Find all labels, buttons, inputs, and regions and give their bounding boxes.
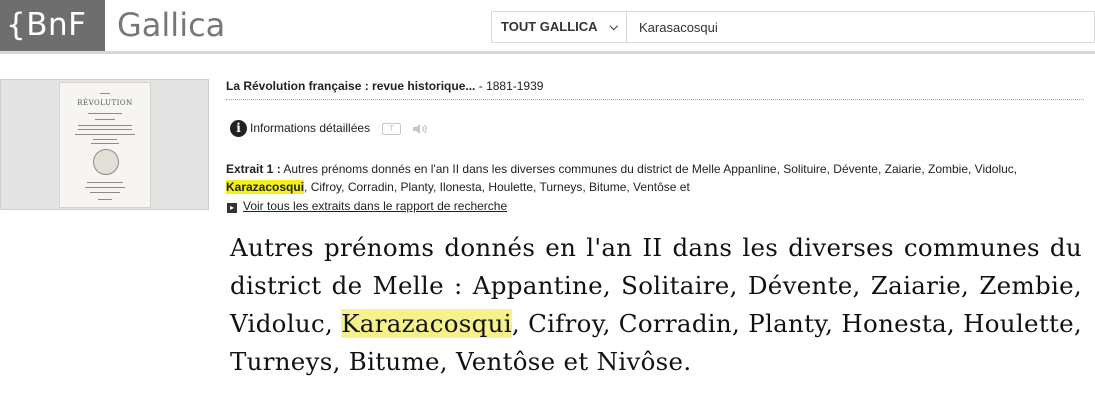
scanned-snippet: Autres prénoms donnés en l'an II dans le… <box>230 229 1082 381</box>
speaker-icon[interactable] <box>412 122 430 136</box>
thumbnail-page: RÉVOLUTION <box>59 82 151 208</box>
search-scope-select[interactable]: TOUT GALLICA ⌵ <box>491 11 627 43</box>
arrow-right-icon: ▸ <box>227 203 237 213</box>
text-mode-icon[interactable]: T <box>382 123 401 135</box>
bnf-logo[interactable]: {BnF <box>0 0 105 51</box>
record-title-line: La Révolution française : revue historiq… <box>226 79 543 93</box>
chevron-down-icon: ⌵ <box>609 21 618 33</box>
thumbnail-title: RÉVOLUTION <box>77 99 133 107</box>
record-title-link[interactable]: La Révolution française : revue historiq… <box>226 79 475 93</box>
site-header: {BnF Gallica TOUT GALLICA ⌵ <box>0 0 1095 51</box>
detailed-info-link[interactable]: Informations détaillées <box>250 121 370 135</box>
extract-text-after: , Cifroy, Corradin, Planty, Ilonesta, Ho… <box>304 180 690 194</box>
header-divider <box>0 51 1095 54</box>
document-thumbnail[interactable]: RÉVOLUTION <box>0 79 209 210</box>
see-all-extracts-link[interactable]: Voir tous les extraits dans le rapport d… <box>243 199 507 213</box>
record-dates: - 1881-1939 <box>475 79 544 93</box>
search-extract: Extrait 1 : Autres prénoms donnés en l'a… <box>226 160 1086 196</box>
divider <box>226 99 1084 100</box>
gallica-logo[interactable]: Gallica <box>117 0 225 51</box>
scan-highlight: Karazacosqui <box>341 309 512 338</box>
info-icon[interactable]: i <box>230 120 247 137</box>
extract-label: Extrait 1 : <box>226 162 281 176</box>
seal-icon <box>93 149 119 175</box>
search-input[interactable] <box>627 11 1095 43</box>
search-scope-label: TOUT GALLICA <box>501 19 598 34</box>
extract-text-before: Autres prénoms donnés en l'an II dans le… <box>280 162 1018 176</box>
extract-highlight: Karazacosqui <box>226 180 305 194</box>
